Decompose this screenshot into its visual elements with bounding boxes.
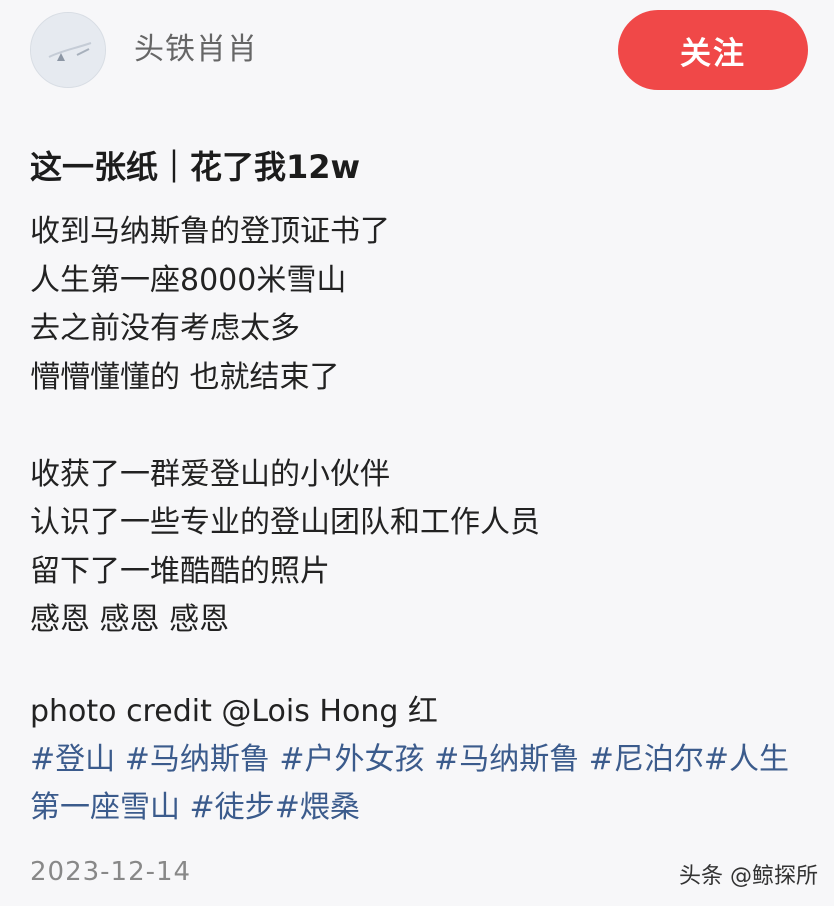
hashtag[interactable]: #马纳斯鲁 — [125, 742, 270, 777]
body-line: 感恩 感恩 感恩 — [30, 602, 230, 637]
body-line: 收到马纳斯鲁的登顶证书了 — [30, 214, 390, 249]
avatar-image — [31, 13, 105, 87]
body-line: 懵懵懂懂的 也就结束了 — [30, 359, 340, 395]
post-title: 这一张纸｜花了我12w — [30, 148, 361, 186]
hashtag[interactable]: #徒步 — [190, 790, 275, 825]
hashtag[interactable]: #户外女孩 — [279, 742, 424, 777]
source-watermark: 头条 @鲸探所 — [679, 864, 818, 889]
body-line: 留下了一堆酷酷的照片 — [30, 553, 330, 589]
hashtag[interactable]: #尼泊尔 — [589, 742, 704, 777]
avatar[interactable] — [30, 12, 106, 88]
post-header: 头铁肖肖 关注 — [0, 0, 834, 100]
hashtag[interactable]: #马纳斯鲁 — [434, 742, 579, 777]
hashtag-list: #登山 #马纳斯鲁 #户外女孩 #马纳斯鲁 #尼泊尔#人生第一座雪山 #徒步#煨… — [30, 736, 810, 832]
follow-button[interactable]: 关注 — [618, 10, 808, 90]
photo-credit: photo credit @Lois Hong 红 — [30, 694, 438, 729]
username[interactable]: 头铁肖肖 — [134, 30, 258, 70]
hashtag[interactable]: #煨桑 — [275, 790, 360, 825]
hashtag[interactable]: #登山 — [30, 742, 115, 777]
body-line: 认识了一些专业的登山团队和工作人员 — [30, 505, 540, 540]
post-date: 2023-12-14 — [30, 857, 192, 887]
body-line: 收获了一群爱登山的小伙伴 — [30, 456, 390, 492]
body-line: 人生第一座8000米雪山 — [30, 262, 347, 298]
body-line: 去之前没有考虑太多 — [30, 311, 300, 346]
post-body: 收到马纳斯鲁的登顶证书了 人生第一座8000米雪山 去之前没有考虑太多 懵懵懂懂… — [30, 208, 810, 645]
